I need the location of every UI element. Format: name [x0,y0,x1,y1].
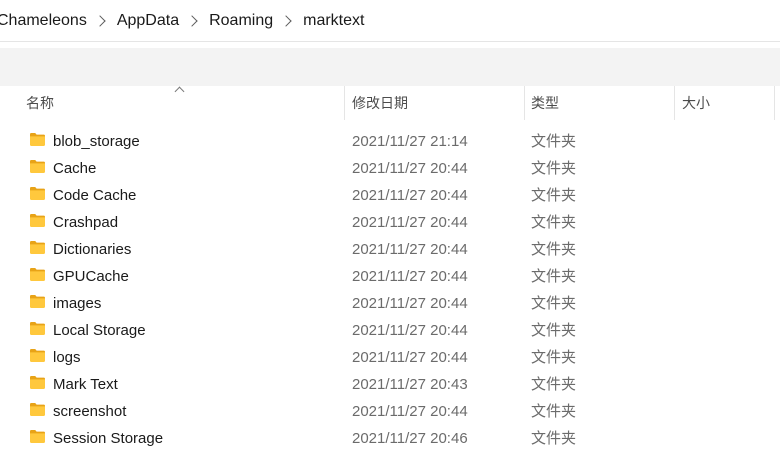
file-row[interactable]: Cache 2021/11/27 20:44 文件夹 [0,155,780,182]
file-modified-date: 2021/11/27 20:44 [352,160,468,177]
file-type: 文件夹 [531,349,577,366]
file-row[interactable]: Code Cache 2021/11/27 20:44 文件夹 [0,182,780,209]
breadcrumb-item-appdata[interactable]: AppData [117,12,179,30]
chevron-right-icon[interactable] [186,14,198,27]
column-divider[interactable] [774,86,775,120]
file-row[interactable]: images 2021/11/27 20:44 文件夹 [0,290,780,317]
file-modified-date: 2021/11/27 20:46 [352,430,468,447]
file-modified-date: 2021/11/27 20:44 [352,241,468,258]
folder-icon [30,214,45,227]
file-modified-date: 2021/11/27 20:43 [352,376,468,393]
file-row[interactable]: Crashpad 2021/11/27 20:44 文件夹 [0,209,780,236]
file-name[interactable]: Cache [53,155,96,182]
breadcrumb-item-roaming[interactable]: Roaming [209,12,273,30]
column-header-size[interactable]: 大小 [682,86,710,120]
file-row[interactable]: GPUCache 2021/11/27 20:44 文件夹 [0,263,780,290]
folder-icon [30,376,45,389]
file-name[interactable]: Mark Text [53,371,118,398]
folder-icon [30,187,45,200]
file-type: 文件夹 [531,160,577,177]
file-type: 文件夹 [531,430,577,447]
file-list: blob_storage 2021/11/27 21:14 文件夹 Cache … [0,128,780,452]
file-type: 文件夹 [531,376,577,393]
sort-ascending-icon [174,86,185,97]
file-name[interactable]: logs [53,344,81,371]
file-name[interactable]: Local Storage [53,317,146,344]
column-header-type[interactable]: 类型 [531,86,559,120]
column-divider[interactable] [524,86,525,120]
file-modified-date: 2021/11/27 20:44 [352,268,468,285]
breadcrumb-item-marktext[interactable]: marktext [303,12,364,30]
folder-icon [30,349,45,362]
file-name[interactable]: GPUCache [53,263,129,290]
chevron-right-icon[interactable] [280,14,292,27]
folder-icon [30,295,45,308]
file-type: 文件夹 [531,133,577,150]
file-modified-date: 2021/11/27 20:44 [352,187,468,204]
column-header-row: 名称 修改日期 类型 大小 [0,86,780,120]
file-type: 文件夹 [531,187,577,204]
file-row[interactable]: Session Storage 2021/11/27 20:46 文件夹 [0,425,780,452]
file-type: 文件夹 [531,295,577,312]
file-row[interactable]: Dictionaries 2021/11/27 20:44 文件夹 [0,236,780,263]
file-type: 文件夹 [531,241,577,258]
file-name[interactable]: screenshot [53,398,126,425]
file-row[interactable]: blob_storage 2021/11/27 21:14 文件夹 [0,128,780,155]
file-name[interactable]: Code Cache [53,182,136,209]
folder-icon [30,430,45,443]
file-name[interactable]: images [53,290,101,317]
file-type: 文件夹 [531,322,577,339]
command-toolbar [0,48,780,86]
chevron-right-icon[interactable] [94,14,106,27]
file-modified-date: 2021/11/27 20:44 [352,295,468,312]
file-type: 文件夹 [531,214,577,231]
file-name[interactable]: Crashpad [53,209,118,236]
file-row[interactable]: screenshot 2021/11/27 20:44 文件夹 [0,398,780,425]
folder-icon [30,133,45,146]
folder-icon [30,241,45,254]
file-modified-date: 2021/11/27 20:44 [352,214,468,231]
file-type: 文件夹 [531,403,577,420]
column-divider[interactable] [674,86,675,120]
file-modified-date: 2021/11/27 20:44 [352,322,468,339]
file-row[interactable]: Local Storage 2021/11/27 20:44 文件夹 [0,317,780,344]
file-modified-date: 2021/11/27 21:14 [352,133,468,150]
column-header-date[interactable]: 修改日期 [352,86,408,120]
address-bar[interactable]: Chameleons AppData Roaming marktext [0,0,780,42]
breadcrumb: Chameleons AppData Roaming marktext [0,12,364,30]
folder-icon [30,403,45,416]
column-header-name[interactable]: 名称 [26,86,54,120]
file-name[interactable]: Session Storage [53,425,163,452]
file-type: 文件夹 [531,268,577,285]
file-modified-date: 2021/11/27 20:44 [352,349,468,366]
folder-icon [30,322,45,335]
file-modified-date: 2021/11/27 20:44 [352,403,468,420]
file-row[interactable]: logs 2021/11/27 20:44 文件夹 [0,344,780,371]
folder-icon [30,160,45,173]
file-name[interactable]: blob_storage [53,128,140,155]
breadcrumb-item-chameleons[interactable]: Chameleons [0,12,87,30]
file-name[interactable]: Dictionaries [53,236,131,263]
folder-icon [30,268,45,281]
column-divider[interactable] [344,86,345,120]
file-row[interactable]: Mark Text 2021/11/27 20:43 文件夹 [0,371,780,398]
